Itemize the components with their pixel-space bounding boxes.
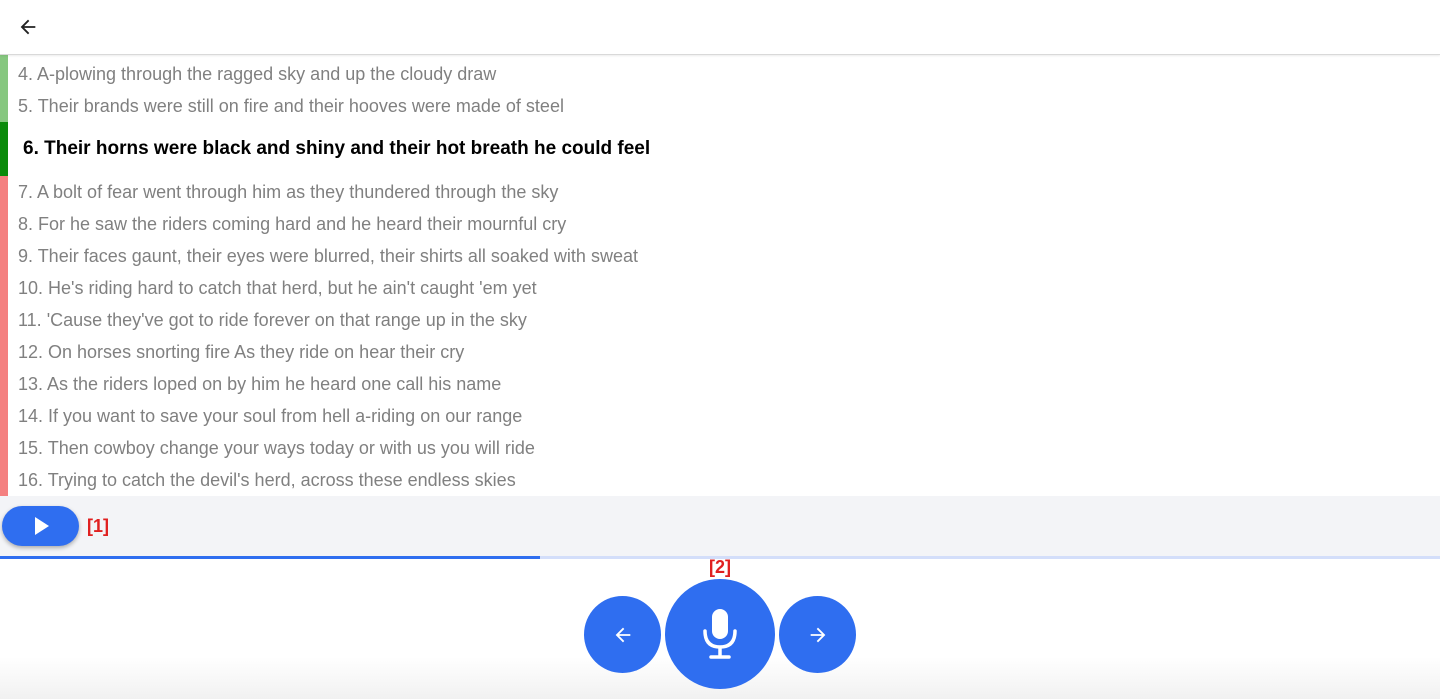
line-status-bar xyxy=(0,90,8,122)
lyric-line[interactable]: 9. Their faces gaunt, their eyes were bl… xyxy=(0,240,1440,272)
arrow-right-icon xyxy=(810,627,825,642)
lyric-text: 10. He's riding hard to catch that herd,… xyxy=(18,278,537,298)
line-status-bar xyxy=(0,122,8,176)
next-line-button[interactable] xyxy=(779,596,856,673)
lyric-text: 13. As the riders loped on by him he hea… xyxy=(18,374,502,394)
play-button-marker: [1] xyxy=(87,516,109,536)
line-status-bar xyxy=(0,400,8,432)
lyric-text: 6. Their horns were black and shiny and … xyxy=(23,138,651,159)
lyric-line[interactable]: 16. Trying to catch the devil's herd, ac… xyxy=(0,464,1440,496)
lyric-text: 11. 'Cause they've got to ride forever o… xyxy=(18,310,527,330)
line-status-bar xyxy=(0,272,8,304)
lyric-line[interactable]: 11. 'Cause they've got to ride forever o… xyxy=(0,304,1440,336)
microphone-button[interactable] xyxy=(665,579,775,689)
lyric-line[interactable]: 7. A bolt of fear went through him as th… xyxy=(0,176,1440,208)
arrow-left-icon xyxy=(615,627,630,642)
lyric-text: 15. Then cowboy change your ways today o… xyxy=(18,438,535,458)
mic-button-marker: [2] xyxy=(709,557,731,577)
line-status-bar xyxy=(0,176,8,208)
back-button[interactable] xyxy=(12,11,44,43)
lyric-text: 7. A bolt of fear went through him as th… xyxy=(18,182,559,202)
lyric-line[interactable]: 4. A-plowing through the ragged sky and … xyxy=(0,55,1440,90)
lyric-line[interactable]: 12. On horses snorting fire As they ride… xyxy=(0,336,1440,368)
lyric-line[interactable]: 5. Their brands were still on fire and t… xyxy=(0,90,1440,122)
top-bar xyxy=(0,0,1440,55)
recording-controls: [2] xyxy=(0,557,1440,699)
lyric-line[interactable]: 15. Then cowboy change your ways today o… xyxy=(0,432,1440,464)
current-lyric-line[interactable]: 6. Their horns were black and shiny and … xyxy=(0,122,1440,176)
arrow-left-icon xyxy=(20,19,36,35)
lyric-line[interactable]: 8. For he saw the riders coming hard and… xyxy=(0,208,1440,240)
lyric-text: 12. On horses snorting fire As they ride… xyxy=(18,342,465,362)
lyric-text: 14. If you want to save your soul from h… xyxy=(18,406,523,426)
player-bar: [1] xyxy=(0,496,1440,556)
lyrics-list: 4. A-plowing through the ragged sky and … xyxy=(0,55,1440,496)
lyric-line[interactable]: 10. He's riding hard to catch that herd,… xyxy=(0,272,1440,304)
lyric-line[interactable]: 14. If you want to save your soul from h… xyxy=(0,400,1440,432)
line-status-bar xyxy=(0,240,8,272)
play-button[interactable] xyxy=(2,506,79,546)
lyric-line[interactable]: 13. As the riders loped on by him he hea… xyxy=(0,368,1440,400)
play-icon xyxy=(34,517,49,535)
line-status-bar xyxy=(0,336,8,368)
microphone-icon xyxy=(703,609,737,659)
line-status-bar xyxy=(0,464,8,496)
line-status-bar xyxy=(0,432,8,464)
lyric-text: 4. A-plowing through the ragged sky and … xyxy=(18,64,497,84)
lyric-text: 5. Their brands were still on fire and t… xyxy=(18,96,564,116)
line-status-bar xyxy=(0,55,8,90)
line-status-bar xyxy=(0,304,8,336)
line-status-bar xyxy=(0,368,8,400)
lyric-text: 9. Their faces gaunt, their eyes were bl… xyxy=(18,246,638,266)
previous-line-button[interactable] xyxy=(584,596,661,673)
lyric-text: 16. Trying to catch the devil's herd, ac… xyxy=(18,470,516,490)
lyric-text: 8. For he saw the riders coming hard and… xyxy=(18,214,567,234)
line-status-bar xyxy=(0,208,8,240)
